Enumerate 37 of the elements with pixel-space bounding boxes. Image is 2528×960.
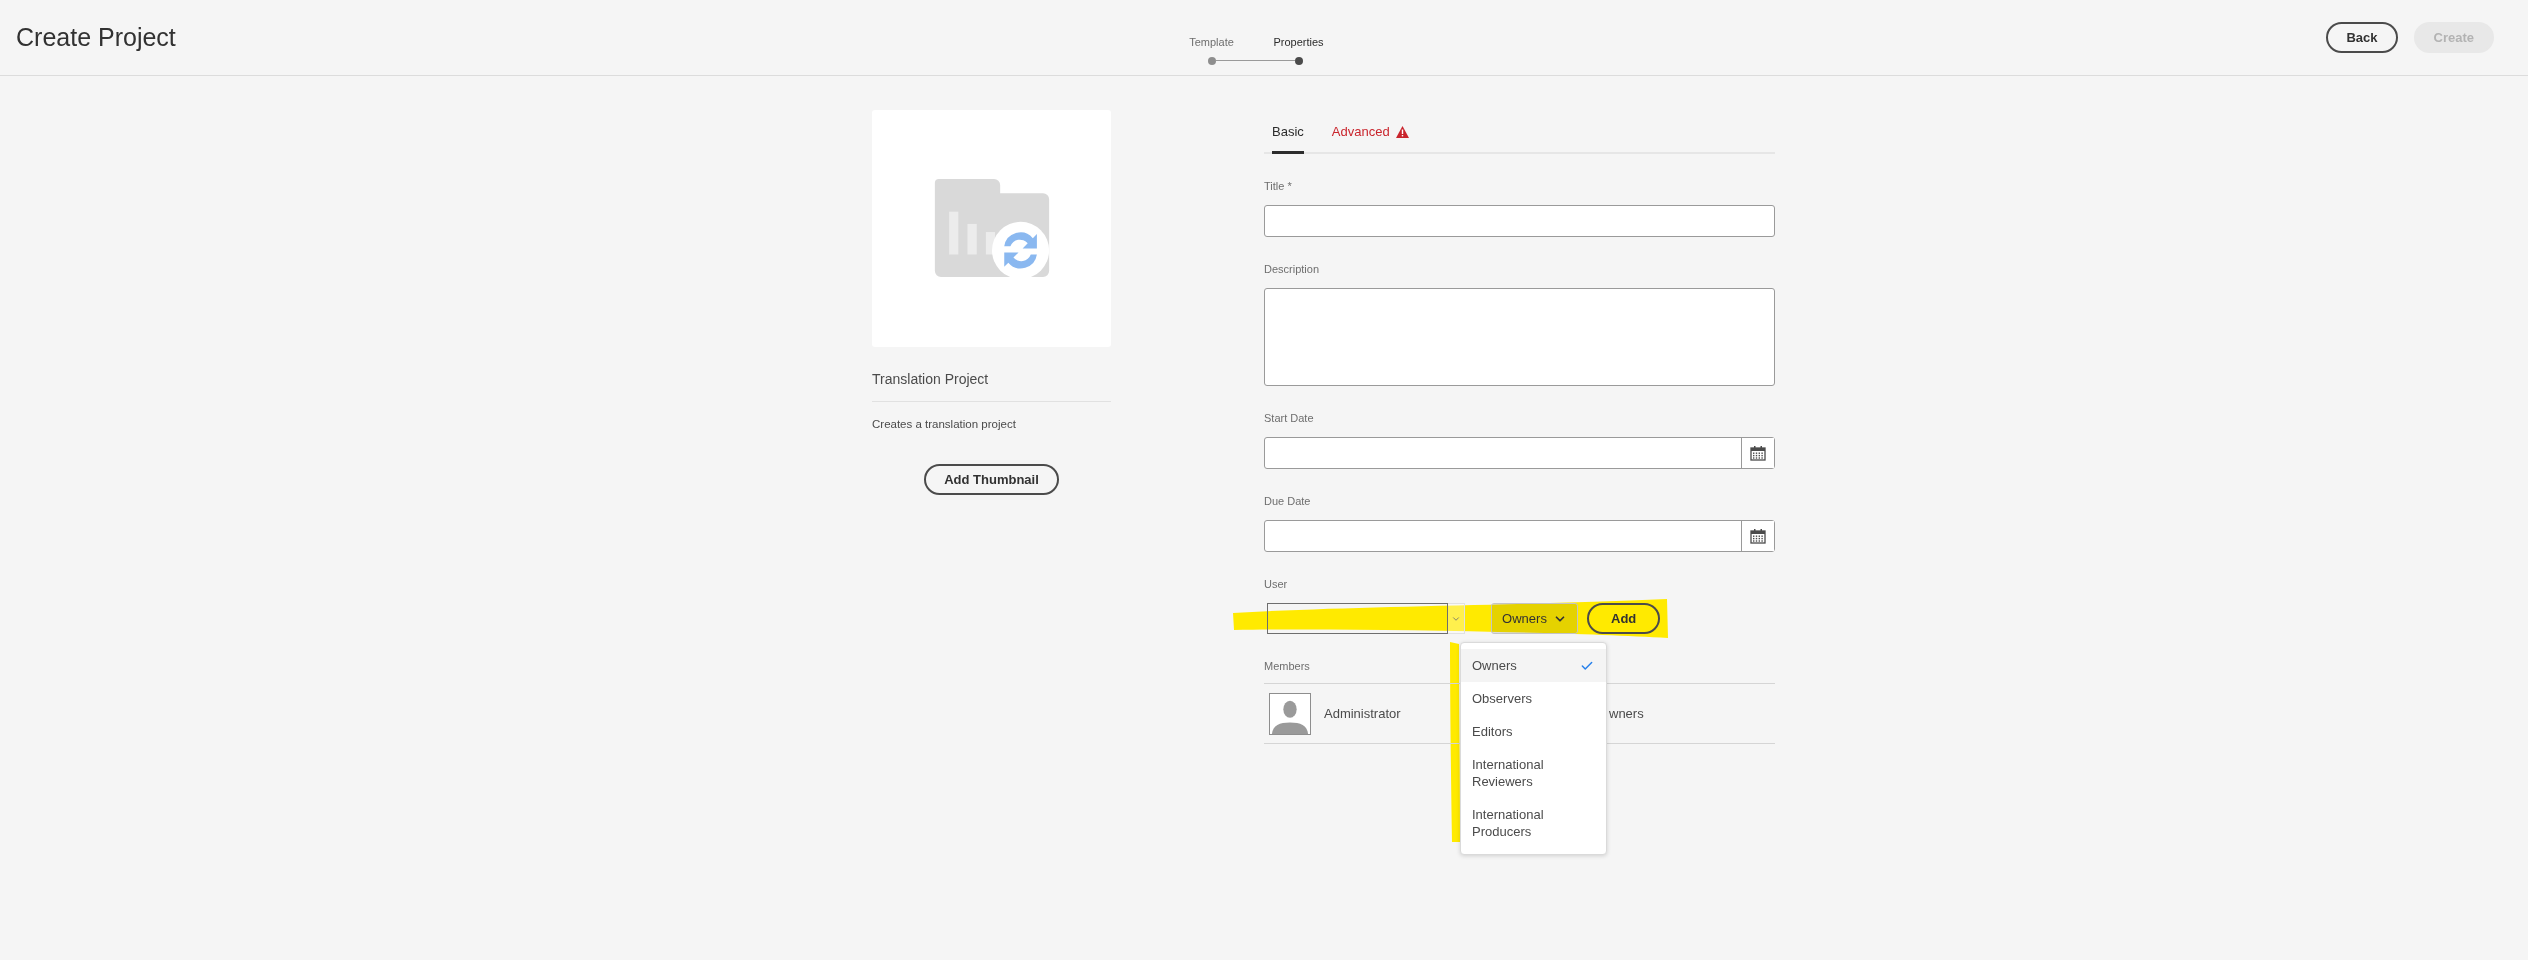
date-field[interactable] <box>1264 437 1775 469</box>
title-field[interactable] <box>1264 205 1775 237</box>
calendar-button[interactable] <box>1741 521 1774 551</box>
role-option[interactable]: International Producers <box>1461 798 1606 848</box>
user-field[interactable] <box>1267 603 1448 634</box>
role-option[interactable]: Owners <box>1461 649 1606 682</box>
tab[interactable]: Basic <box>1272 110 1304 154</box>
calendar-icon <box>1750 528 1766 544</box>
description-field[interactable] <box>1264 288 1775 386</box>
role-option[interactable]: International Reviewers <box>1461 748 1606 798</box>
field-label: Members <box>1264 660 1310 673</box>
member-name: Administrator <box>1324 706 1402 721</box>
tab[interactable]: Advanced <box>1331 110 1409 154</box>
date-field[interactable] <box>1264 520 1775 552</box>
field-label: Description <box>1264 263 1320 276</box>
field-label: Title * <box>1264 180 1292 193</box>
field-label: Due Date <box>1264 495 1311 508</box>
calendar-icon <box>1750 445 1766 461</box>
field-label: Start Date <box>1264 412 1314 425</box>
back-button[interactable]: Back <box>2326 22 2398 53</box>
template-name: Translation Project <box>872 347 1111 402</box>
field-label: User <box>1264 578 1288 591</box>
template-description: Creates a translation project <box>872 418 1017 430</box>
role-option[interactable]: Editors <box>1461 715 1606 748</box>
member-role: wners <box>1609 706 1644 721</box>
step-label: Properties <box>1273 36 1324 48</box>
page-title: Create Project <box>16 23 176 52</box>
role-select[interactable]: Owners <box>1491 603 1578 634</box>
folder-sync-icon <box>933 178 1050 279</box>
step-label: Template <box>1189 36 1234 48</box>
alert-icon <box>1395 125 1409 138</box>
calendar-button[interactable] <box>1741 438 1774 468</box>
role-option[interactable]: Observers <box>1461 682 1606 715</box>
avatar-icon <box>1269 692 1311 735</box>
step-dot[interactable] <box>1207 57 1216 65</box>
add-thumbnail-button[interactable]: Add Thumbnail <box>924 464 1059 495</box>
step-dot[interactable] <box>1294 57 1303 65</box>
